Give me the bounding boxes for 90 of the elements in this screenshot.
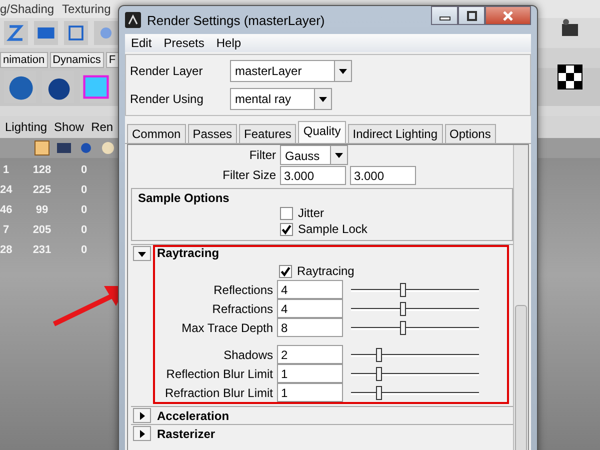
menu-item[interactable]: Edit: [131, 36, 152, 50]
table-cell-text: 0: [80, 224, 88, 236]
tab[interactable]: Indirect Lighting: [348, 124, 442, 143]
input-field[interactable]: 2: [277, 345, 343, 364]
input-field[interactable]: 8: [277, 318, 343, 337]
film-icon[interactable]: [56, 140, 72, 156]
tab[interactable]: Passes: [188, 124, 238, 143]
field-label: Refractions: [211, 302, 273, 316]
field-label: Refraction Blur Limit: [164, 386, 273, 400]
menu-item[interactable]: Texturing: [62, 2, 111, 16]
curve-icon[interactable]: [4, 21, 28, 45]
input-field[interactable]: 3.000: [280, 166, 346, 184]
menu-item[interactable]: Lighting: [5, 120, 48, 134]
render-layer-dropdown[interactable]: masterLayer: [230, 60, 352, 82]
table-cell-text: 0: [80, 164, 88, 176]
filter-dropdown[interactable]: Gauss: [280, 145, 348, 165]
field-label: Reflections: [212, 282, 273, 296]
table-cell: 28: [0, 244, 12, 256]
field-label: Render Layer: [130, 64, 204, 78]
shelf-tab[interactable]: Dynamics: [50, 52, 104, 68]
table-cell-text: 0: [80, 204, 88, 216]
table-cell-text: 225: [32, 184, 52, 196]
menu-item[interactable]: Help: [216, 36, 242, 50]
section-title: Sample Options: [138, 191, 230, 205]
tab[interactable]: Quality: [298, 121, 346, 143]
collapse-button[interactable]: [133, 408, 151, 423]
menu-item[interactable]: Presets: [164, 36, 204, 50]
slider-thumb[interactable]: [376, 366, 382, 380]
scrollbar[interactable]: [513, 145, 528, 450]
window-title: Render Settings (masterLayer): [147, 12, 326, 28]
slider-thumb[interactable]: [376, 386, 382, 400]
table-cell-text: 231: [32, 244, 52, 256]
circle-icon[interactable]: [100, 140, 116, 156]
checkbox-label: Sample Lock: [298, 222, 368, 236]
sphere-icon[interactable]: [78, 140, 94, 156]
input-field[interactable]: 1: [277, 383, 343, 402]
input-field[interactable]: 3.000: [350, 166, 416, 184]
menu-item[interactable]: Ren: [91, 120, 114, 134]
input-field[interactable]: 4: [277, 299, 343, 318]
field-label: Shadows: [222, 348, 273, 362]
maximize-icon: [466, 10, 478, 20]
collapse-button[interactable]: [133, 426, 151, 441]
field-label: Reflection Blur Limit: [165, 366, 273, 380]
shelf-tab[interactable]: F: [106, 52, 119, 68]
close-icon: [502, 10, 514, 20]
shelf-tab[interactable]: nimation: [0, 52, 48, 68]
triangle-icon: [138, 430, 146, 438]
checker-icon[interactable]: [555, 62, 585, 92]
checkbox[interactable]: [279, 264, 292, 278]
maximize-button[interactable]: [458, 6, 485, 25]
table-cell-text: 205: [32, 224, 52, 236]
slider-thumb[interactable]: [376, 348, 382, 362]
input-field[interactable]: 1: [277, 364, 343, 383]
collapse-button[interactable]: [133, 246, 151, 261]
field-label: Filter: [248, 148, 276, 162]
triangle-icon: [138, 412, 146, 420]
table-cell-text: 7: [2, 224, 10, 236]
section-title: Rasterizer: [157, 426, 216, 440]
table-cell-text: 128: [32, 164, 52, 176]
plane-icon[interactable]: [34, 21, 58, 45]
input-field[interactable]: 4: [277, 280, 343, 299]
tab[interactable]: Features: [239, 124, 296, 143]
tab[interactable]: Common: [127, 124, 186, 143]
app-logo-icon: [125, 12, 141, 28]
section-title: Raytracing: [157, 246, 220, 262]
field-label: Filter Size: [222, 168, 276, 182]
table-cell-text: 0: [80, 184, 88, 196]
table-cell-text: 0: [80, 244, 88, 256]
tab[interactable]: Options: [444, 124, 496, 143]
menu-item[interactable]: g/Shading: [0, 2, 54, 16]
table-cell-text: 1: [2, 164, 10, 176]
table-cell-text: 99: [34, 204, 50, 216]
minimize-button[interactable]: [431, 6, 458, 25]
table-cell: 24: [0, 184, 12, 196]
slider-thumb[interactable]: [400, 320, 406, 334]
renderer-dropdown[interactable]: mental ray: [230, 88, 332, 110]
table-cell: 46: [0, 204, 12, 216]
checkbox[interactable]: [280, 222, 293, 236]
section-title: Acceleration: [157, 408, 230, 422]
menu-item[interactable]: Show: [54, 120, 84, 134]
field-label: Max Trace Depth: [180, 320, 273, 334]
checkbox-label: Raytracing: [297, 264, 354, 278]
checkbox-label: Jitter: [298, 206, 324, 220]
close-button[interactable]: [485, 6, 531, 25]
caret-icon: [319, 96, 327, 102]
checkbox[interactable]: [280, 206, 293, 220]
slider-thumb[interactable]: [400, 302, 406, 316]
triangle-icon: [138, 250, 146, 258]
field-label: Render Using: [130, 92, 204, 106]
slider-thumb[interactable]: [400, 282, 406, 296]
